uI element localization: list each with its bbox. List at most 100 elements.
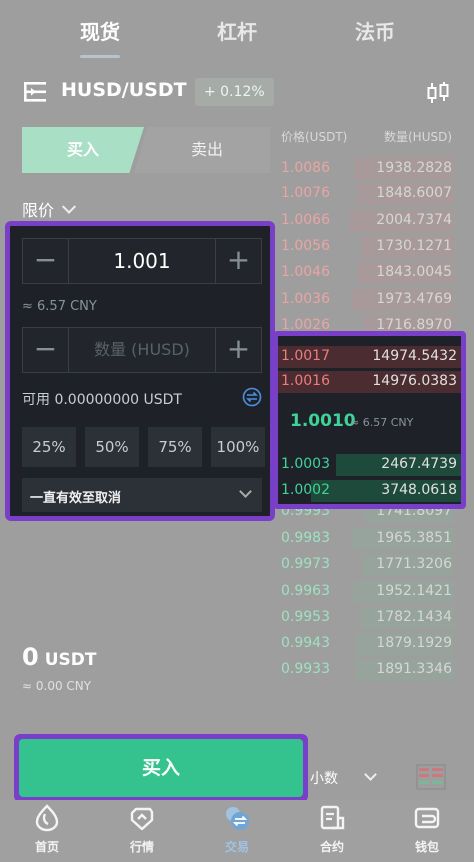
buy-button[interactable]: 买入 (19, 739, 303, 797)
bid-row[interactable]: 0.9933 1891.3346 (278, 659, 454, 681)
ask-price: 1.0026 (281, 317, 330, 331)
bid-price: 0.9973 (281, 556, 330, 572)
buy-tab[interactable]: 买入 (22, 127, 144, 173)
last-price[interactable]: 1.0010 (290, 411, 356, 431)
ask-row[interactable]: 1.0086 1938.2828 (278, 158, 454, 180)
percent-50-button[interactable]: 50% (85, 427, 139, 467)
bid-row[interactable]: 0.9953 1782.1434 (278, 607, 454, 629)
price-decrease-button[interactable]: − (23, 239, 69, 283)
time-in-force-select[interactable]: 一直有效至取消 (22, 478, 262, 512)
ask-qty: 1730.1271 (376, 238, 452, 254)
bid-qty: 1782.1434 (376, 609, 452, 625)
bid-row[interactable]: 0.9963 1952.1421 (278, 581, 454, 603)
ask-price: 1.0016 (281, 373, 330, 389)
orderbook-qty-header: 数量(HUSD) (384, 130, 453, 144)
bid-qty: 1741.8097 (376, 509, 452, 519)
ask-row[interactable]: 1.0017 14974.5432 (278, 346, 461, 368)
bid-row[interactable]: 0.9973 1771.3206 (278, 554, 454, 576)
bid-price: 0.9943 (281, 635, 330, 651)
bid-row[interactable]: 0.9983 1965.3851 (278, 528, 454, 550)
pair-name[interactable]: HUSD/USDT (61, 79, 187, 101)
bid-row[interactable]: 0.9993 1741.8097 (278, 509, 454, 523)
nav-wallet[interactable]: 钱包 (382, 800, 472, 862)
ask-qty: 1848.6007 (376, 185, 452, 201)
bid-qty: 1952.1421 (376, 583, 452, 599)
contract-icon (320, 805, 345, 830)
percent-buttons: 25% 50% 75% 100% (22, 427, 270, 467)
tab-spot[interactable]: 现货 (55, 16, 145, 45)
candlestick-icon[interactable] (426, 81, 450, 105)
ask-price: 1.0066 (281, 212, 330, 228)
price-increase-button[interactable]: + (215, 239, 261, 283)
chevron-down-icon[interactable] (364, 768, 377, 781)
nav-home[interactable]: 首页 (2, 800, 92, 862)
ask-qty: 1716.8970 (376, 317, 452, 331)
ask-price: 1.0046 (281, 264, 330, 280)
time-in-force-label: 一直有效至取消 (30, 491, 122, 506)
tab-fiat[interactable]: 法币 (330, 16, 420, 45)
ask-qty: 1843.0045 (376, 264, 452, 280)
ask-qty: 14974.5432 (372, 348, 457, 364)
nav-home-label: 首页 (34, 840, 59, 854)
ask-row[interactable]: 1.0066 2004.7374 (278, 210, 454, 232)
bid-price: 0.9953 (281, 609, 330, 625)
bid-qty: 1879.1929 (376, 635, 452, 651)
bid-row[interactable]: 1.0003 2467.4739 (278, 454, 461, 476)
market-icon (130, 807, 154, 831)
bid-row[interactable]: 1.0002 3748.0618 (278, 480, 461, 502)
ask-row[interactable]: 1.0076 1848.6007 (278, 183, 454, 205)
percent-100-button[interactable]: 100% (211, 427, 265, 467)
chevron-down-icon (239, 485, 252, 498)
top-tabs: 现货 杠杆 法币 (0, 0, 474, 62)
order-total: 0 USDT (22, 643, 96, 671)
bid-price: 0.9933 (281, 661, 330, 677)
last-price-cny: ≈ 6.57 CNY (350, 416, 414, 429)
nav-trade[interactable]: 交易 (192, 800, 282, 862)
nav-trade-label: 交易 (224, 840, 249, 854)
total-unit: USDT (44, 650, 97, 670)
nav-contract[interactable]: 合约 (287, 800, 377, 862)
bid-qty: 2467.4739 (381, 456, 457, 472)
tab-margin[interactable]: 杠杆 (192, 16, 282, 45)
nav-market[interactable]: 行情 (97, 800, 187, 862)
ask-row[interactable]: 1.0046 1843.0045 (278, 262, 454, 284)
ask-row[interactable]: 1.0056 1730.1271 (278, 236, 454, 258)
bid-qty: 1891.3346 (376, 661, 452, 677)
bid-qty: 1965.3851 (376, 530, 452, 546)
bid-qty: 3748.0618 (381, 482, 457, 498)
decimals-selector[interactable]: 小数 (310, 768, 338, 788)
nav-contract-label: 合约 (319, 840, 344, 854)
depth-mode-icon[interactable] (416, 764, 446, 790)
amount-decrease-button[interactable]: − (23, 328, 69, 372)
sell-tab[interactable]: 卖出 (134, 127, 270, 173)
ask-row[interactable]: 1.0016 14976.0383 (278, 371, 461, 393)
bid-price: 1.0002 (281, 482, 330, 498)
bid-row[interactable]: 0.9943 1879.1929 (278, 633, 454, 655)
available-text: 可用 0.00000000 USDT (22, 392, 182, 408)
price-change-badge: + 0.12% (195, 78, 274, 106)
buy-button-highlight: 买入 (14, 734, 308, 802)
transfer-icon[interactable] (242, 387, 262, 407)
available-balance: 可用 0.00000000 USDT (22, 387, 262, 409)
chevron-down-icon (61, 199, 77, 214)
buy-sell-toggle: 卖出 买入 (22, 127, 270, 173)
price-input[interactable]: 1.001 (69, 239, 215, 283)
pair-header: HUSD/USDT + 0.12% (0, 75, 474, 111)
order-type-selector[interactable]: 限价 (22, 197, 77, 221)
menu-icon[interactable] (24, 81, 48, 103)
amount-input[interactable]: 数量 (HUSD) (69, 328, 215, 372)
percent-25-button[interactable]: 25% (22, 427, 76, 467)
bid-price: 1.0003 (281, 456, 330, 472)
ask-row[interactable]: 1.0036 1973.4769 (278, 289, 454, 311)
percent-75-button[interactable]: 75% (148, 427, 202, 467)
orderbook-price-header: 价格(USDT) (281, 130, 348, 144)
ask-row[interactable]: 1.0026 1716.8970 (278, 315, 454, 331)
order-form-panel: − 1.001 + ≈ 6.57 CNY − 数量 (HUSD) + 可用 0.… (5, 221, 275, 521)
amount-increase-button[interactable]: + (215, 328, 261, 372)
ask-qty: 1938.2828 (376, 160, 452, 176)
ask-qty: 1973.4769 (376, 291, 452, 307)
nav-wallet-label: 钱包 (414, 840, 439, 854)
nav-market-label: 行情 (129, 840, 154, 854)
ask-qty: 2004.7374 (376, 212, 452, 228)
bid-price: 0.9963 (281, 583, 330, 599)
